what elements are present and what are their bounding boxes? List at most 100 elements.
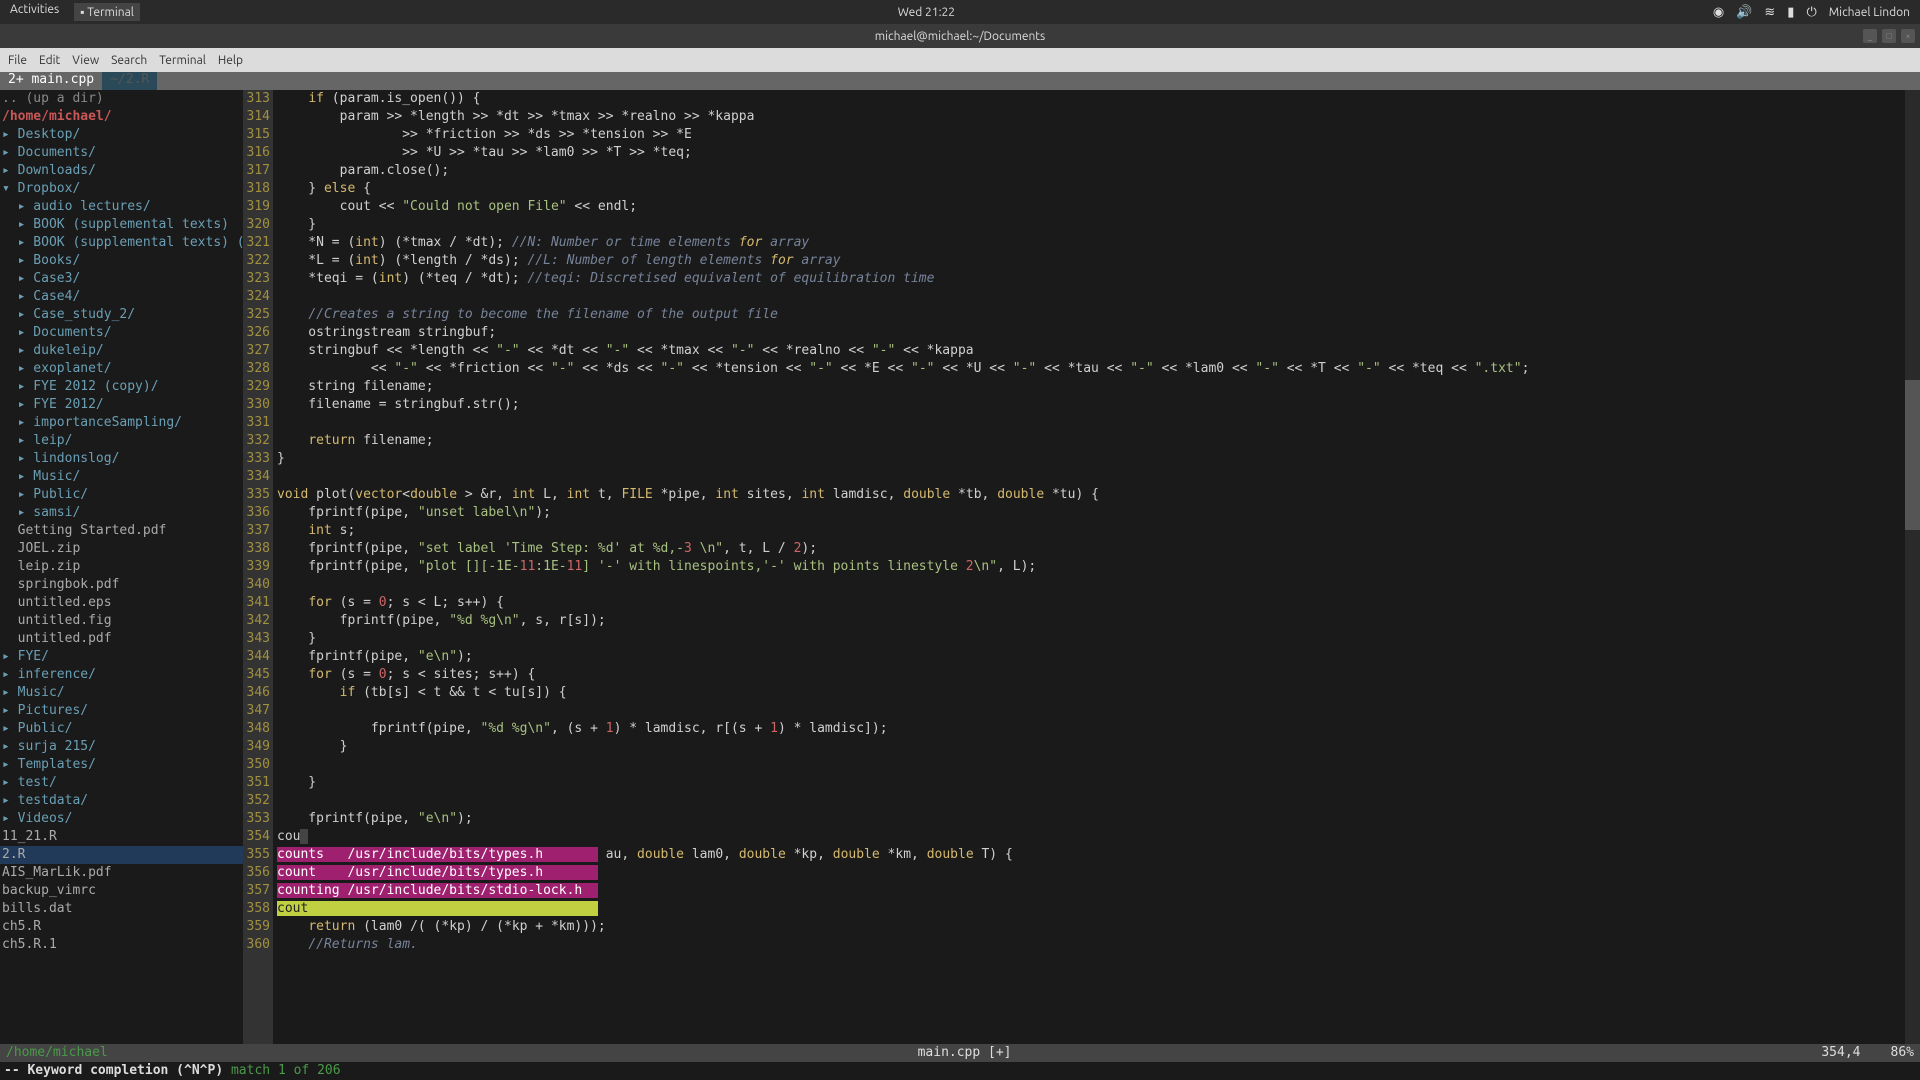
code-line[interactable]: param.close(); (273, 162, 1920, 180)
completion-item[interactable]: count /usr/include/bits/types.h (273, 864, 1920, 882)
code-line[interactable]: stringbuf << *length << "-" << *dt << "-… (273, 342, 1920, 360)
code-line[interactable]: *N = (int) (*tmax / *dt); //N: Number or… (273, 234, 1920, 252)
menu-edit[interactable]: Edit (39, 54, 60, 67)
code-line[interactable] (273, 756, 1920, 774)
nerdtree-file[interactable]: springbok.pdf (0, 576, 243, 594)
code-line[interactable]: } (273, 774, 1920, 792)
code-line[interactable]: filename = stringbuf.str(); (273, 396, 1920, 414)
nerdtree-dir[interactable]: ▸ samsi/ (0, 504, 243, 522)
code-line[interactable]: } else { (273, 180, 1920, 198)
code-line[interactable]: fprintf(pipe, "%d %g\n", s, r[s]); (273, 612, 1920, 630)
nerdtree-dir[interactable]: ▸ Music/ (0, 468, 243, 486)
code-line[interactable]: ostringstream stringbuf; (273, 324, 1920, 342)
nerdtree-dir[interactable]: ▾ Dropbox/ (0, 180, 243, 198)
nerdtree-dir[interactable]: ▸ Documents/ (0, 324, 243, 342)
nerdtree-updir[interactable]: .. (up a dir) (0, 90, 243, 108)
menu-view[interactable]: View (72, 54, 99, 67)
nerdtree-dir[interactable]: ▸ testdata/ (0, 792, 243, 810)
nerdtree-file[interactable]: untitled.fig (0, 612, 243, 630)
nerdtree-dir[interactable]: ▸ Case3/ (0, 270, 243, 288)
code-line[interactable]: >> *friction >> *ds >> *tension >> *E (273, 126, 1920, 144)
nerdtree-dir[interactable]: ▸ Case_study_2/ (0, 306, 243, 324)
battery-icon[interactable]: ▮ (1787, 5, 1794, 20)
nerdtree-file[interactable]: Getting Started.pdf (0, 522, 243, 540)
code-line[interactable]: >> *U >> *tau >> *lam0 >> *T >> *teq; (273, 144, 1920, 162)
maximize-button[interactable]: □ (1882, 29, 1896, 43)
code-line[interactable]: fprintf(pipe, "plot [][-1E-11:1E-11] '-'… (273, 558, 1920, 576)
topbar-user[interactable]: Michael Lindon (1829, 6, 1910, 19)
code-line[interactable]: param >> *length >> *dt >> *tmax >> *rea… (273, 108, 1920, 126)
nerdtree-dir[interactable]: ▸ Public/ (0, 720, 243, 738)
code-line[interactable]: if (tb[s] < t && t < tu[s]) { (273, 684, 1920, 702)
menu-file[interactable]: File (8, 54, 27, 67)
code-line[interactable]: } (273, 450, 1920, 468)
nerdtree-file[interactable]: untitled.eps (0, 594, 243, 612)
completion-item[interactable]: counting /usr/include/bits/stdio-lock.h (273, 882, 1920, 900)
topbar-app-terminal[interactable]: ▪ Terminal (74, 3, 140, 21)
completion-item[interactable]: counts /usr/include/bits/types.h au, dou… (273, 846, 1920, 864)
code-line[interactable]: return filename; (273, 432, 1920, 450)
close-button[interactable]: × (1901, 29, 1915, 43)
nerdtree-dir[interactable]: ▸ Public/ (0, 486, 243, 504)
volume-icon[interactable]: 🔊 (1736, 5, 1752, 20)
nerdtree-dir[interactable]: ▸ surja 215/ (0, 738, 243, 756)
code-line[interactable]: for (s = 0; s < L; s++) { (273, 594, 1920, 612)
nerdtree-dir[interactable]: ▸ Books/ (0, 252, 243, 270)
code-editor[interactable]: if (param.is_open()) { param >> *length … (273, 90, 1920, 1044)
nerdtree-file[interactable]: backup_vimrc (0, 882, 243, 900)
code-line[interactable]: fprintf(pipe, "%d %g\n", (s + 1) * lamdi… (273, 720, 1920, 738)
nerdtree-dir[interactable]: ▸ inference/ (0, 666, 243, 684)
code-line[interactable]: string filename; (273, 378, 1920, 396)
nerdtree-file[interactable]: 11_21.R (0, 828, 243, 846)
menu-search[interactable]: Search (111, 54, 147, 67)
nerdtree-dir[interactable]: ▸ Documents/ (0, 144, 243, 162)
code-line[interactable]: fprintf(pipe, "unset label\n"); (273, 504, 1920, 522)
nerdtree-dir[interactable]: ▸ Downloads/ (0, 162, 243, 180)
nerdtree-dir[interactable]: ▸ Desktop/ (0, 126, 243, 144)
completion-item[interactable]: cout (273, 900, 1920, 918)
code-line[interactable]: //Creates a string to become the filenam… (273, 306, 1920, 324)
code-line[interactable] (273, 792, 1920, 810)
code-line-cursor[interactable]: cou (273, 828, 1920, 846)
nerdtree-file[interactable]: bills.dat (0, 900, 243, 918)
nerdtree-file[interactable]: 2.R (0, 846, 243, 864)
activities-button[interactable]: Activities (10, 3, 59, 21)
nerdtree-dir[interactable]: ▸ Music/ (0, 684, 243, 702)
code-line[interactable]: } (273, 738, 1920, 756)
wifi-icon[interactable]: ≋ (1764, 5, 1775, 20)
menu-terminal[interactable]: Terminal (159, 54, 206, 67)
tab-main-cpp[interactable]: 2+ main.cpp (0, 72, 102, 90)
code-line[interactable]: for (s = 0; s < sites; s++) { (273, 666, 1920, 684)
nerdtree-dir[interactable]: ▸ importanceSampling/ (0, 414, 243, 432)
scrollbar-track[interactable] (1905, 90, 1920, 1044)
nerdtree-dir[interactable]: ▸ BOOK (supplemental texts) ( (0, 234, 243, 252)
topbar-clock[interactable]: Wed 21:22 (898, 6, 955, 19)
nerdtree-dir[interactable]: ▸ Templates/ (0, 756, 243, 774)
nerdtree-dir[interactable]: ▸ Videos/ (0, 810, 243, 828)
nerdtree-dir[interactable]: ▸ dukeleip/ (0, 342, 243, 360)
nerdtree-dir[interactable]: ▸ Pictures/ (0, 702, 243, 720)
tab-2-r[interactable]: ~/2.R (102, 72, 157, 90)
code-line[interactable]: *teqi = (int) (*teq / *dt); //teqi: Disc… (273, 270, 1920, 288)
scrollbar-thumb[interactable] (1905, 380, 1920, 530)
code-line[interactable]: return (lam0 /( (*kp) / (*kp + *km))); (273, 918, 1920, 936)
code-line[interactable] (273, 702, 1920, 720)
code-line[interactable]: fprintf(pipe, "set label 'Time Step: %d'… (273, 540, 1920, 558)
menu-help[interactable]: Help (218, 54, 243, 67)
code-line[interactable]: fprintf(pipe, "e\n"); (273, 648, 1920, 666)
nerdtree-dir[interactable]: ▸ FYE 2012/ (0, 396, 243, 414)
nerdtree-dir[interactable]: ▸ exoplanet/ (0, 360, 243, 378)
code-line[interactable]: } (273, 630, 1920, 648)
code-line[interactable]: //Returns lam. (273, 936, 1920, 954)
nerdtree-dir[interactable]: ▸ test/ (0, 774, 243, 792)
code-line[interactable]: *L = (int) (*length / *ds); //L: Number … (273, 252, 1920, 270)
code-line[interactable]: } (273, 216, 1920, 234)
nerdtree-file[interactable]: AIS_MarLik.pdf (0, 864, 243, 882)
nerdtree-sidebar[interactable]: .. (up a dir) /home/michael/ ▸ Desktop/▸… (0, 90, 243, 1044)
code-line[interactable] (273, 288, 1920, 306)
code-line[interactable] (273, 576, 1920, 594)
minimize-button[interactable]: _ (1863, 29, 1877, 43)
nerdtree-dir[interactable]: ▸ audio lectures/ (0, 198, 243, 216)
code-line[interactable] (273, 468, 1920, 486)
nerdtree-dir[interactable]: ▸ leip/ (0, 432, 243, 450)
